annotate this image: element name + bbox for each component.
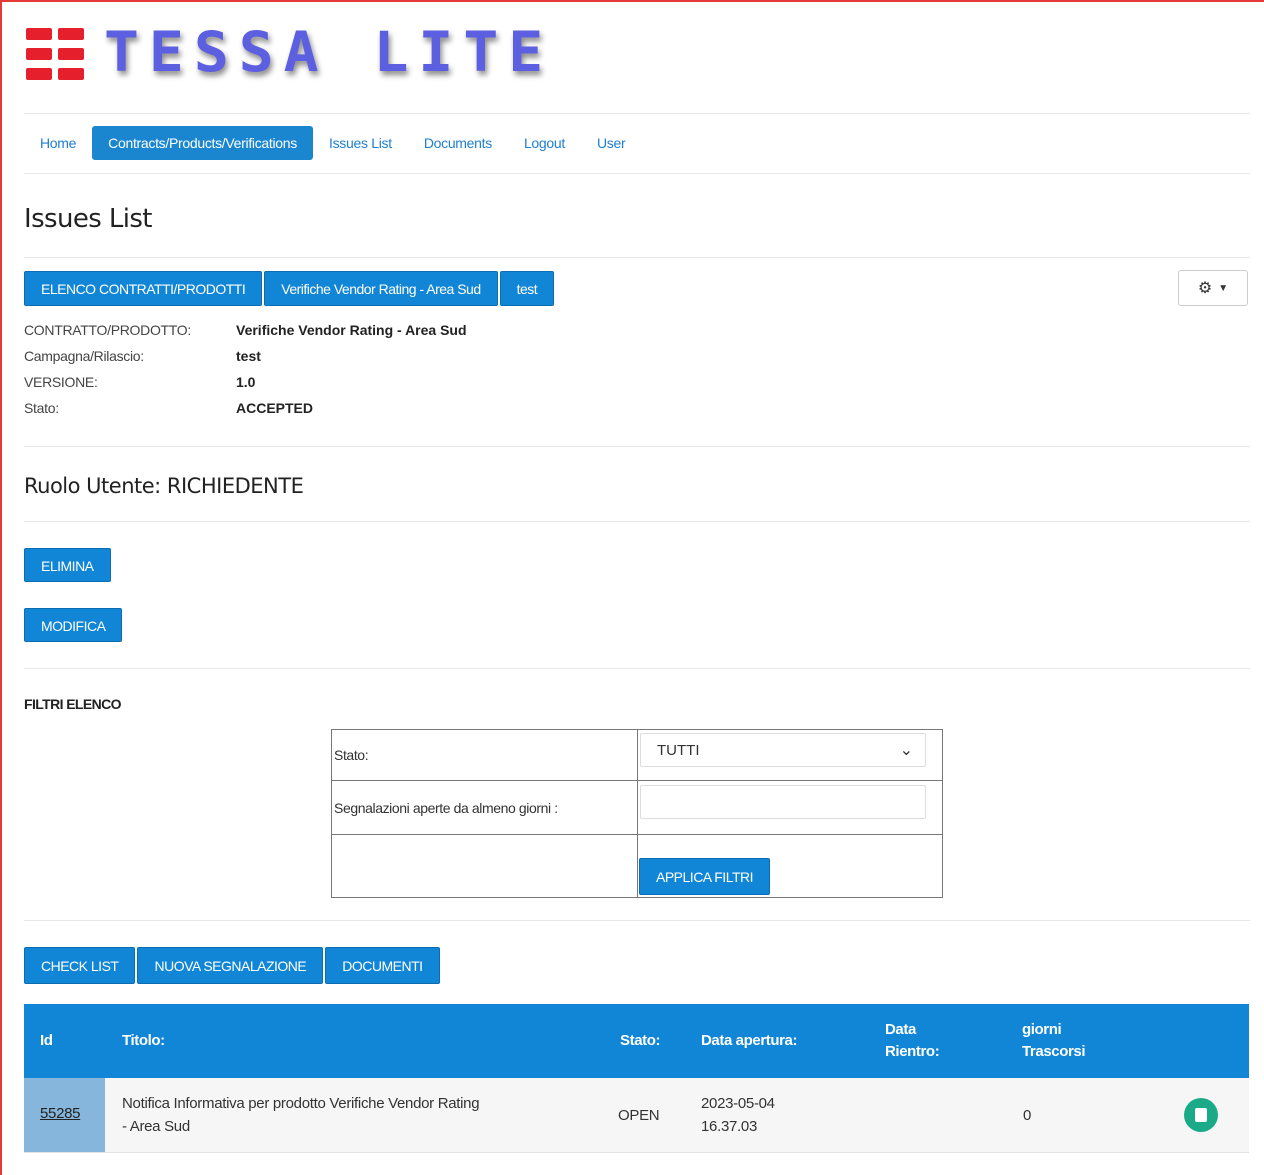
stato-label: Stato:: [24, 400, 59, 416]
document-icon[interactable]: [1184, 1098, 1218, 1132]
filters-table: Stato: TUTTI ⌄ Segnalazioni aperte da al…: [331, 729, 943, 898]
col-data-apertura[interactable]: Data apertura:: [701, 1032, 798, 1049]
col-id[interactable]: Id: [40, 1032, 53, 1049]
issue-title-line-2: - Area Sud: [122, 1118, 190, 1135]
filters-heading: FILTRI ELENCO: [24, 696, 122, 712]
divider: [24, 173, 1250, 174]
contratto-value: Verifiche Vendor Rating - Area Sud: [236, 322, 467, 338]
gear-icon: ⚙: [1197, 280, 1213, 297]
issue-title-line-1: Notifica Informativa per prodotto Verifi…: [122, 1095, 480, 1112]
breadcrumb-contracts[interactable]: ELENCO CONTRATTI/PRODOTTI: [24, 271, 263, 306]
table-header: Id Titolo: Stato: Data apertura: Data Ri…: [24, 1004, 1249, 1078]
divider: [24, 920, 1250, 921]
checklist-button[interactable]: CHECK LIST: [24, 947, 136, 984]
filter-giorni-label: Segnalazioni aperte da almeno giorni :: [334, 800, 558, 816]
page-title: Issues List: [24, 204, 153, 234]
contract-details: CONTRATTO/PRODOTTO: Verifiche Vendor Rat…: [24, 320, 467, 424]
giorni-input[interactable]: [640, 785, 926, 819]
apply-filters-button[interactable]: APPLICA FILTRI: [639, 858, 770, 895]
divider: [24, 521, 1250, 522]
versione-label: VERSIONE:: [24, 374, 98, 390]
breadcrumb-contract-name[interactable]: Verifiche Vendor Rating - Area Sud: [264, 271, 498, 306]
chevron-down-icon: ⌄: [899, 742, 913, 759]
campagna-label: Campagna/Rilascio:: [24, 348, 144, 364]
nav-home[interactable]: Home: [24, 126, 92, 160]
table-row: 55285 Notifica Informativa per prodotto …: [24, 1078, 1249, 1153]
documents-button[interactable]: DOCUMENTI: [325, 947, 440, 984]
elimina-button[interactable]: ELIMINA: [24, 548, 111, 582]
main-nav: Home Contracts/Products/Verifications Is…: [24, 124, 641, 162]
campagna-value: test: [236, 348, 261, 364]
divider: [24, 446, 1250, 447]
col-giorni-1[interactable]: giorni: [1022, 1021, 1062, 1038]
window-border-top: [0, 0, 1264, 2]
issue-status: OPEN: [618, 1107, 660, 1124]
issue-open-time: 16.37.03: [701, 1118, 757, 1135]
col-data-rientro-2[interactable]: Rientro:: [885, 1043, 940, 1060]
divider: [24, 668, 1250, 669]
breadcrumb: ELENCO CONTRATTI/PRODOTTI Verifiche Vend…: [24, 271, 556, 306]
nav-contracts[interactable]: Contracts/Products/Verifications: [92, 126, 313, 160]
user-role: Ruolo Utente: RICHIEDENTE: [24, 474, 304, 498]
versione-value: 1.0: [236, 374, 256, 390]
filter-stato-label: Stato:: [334, 747, 369, 763]
divider: [24, 113, 1250, 114]
stato-select-value: TUTTI: [657, 742, 700, 759]
stato-select[interactable]: TUTTI ⌄: [640, 733, 926, 767]
issue-id-link[interactable]: 55285: [40, 1105, 81, 1122]
breadcrumb-campaign[interactable]: test: [499, 271, 555, 306]
divider: [24, 257, 1250, 258]
col-stato[interactable]: Stato:: [620, 1032, 661, 1049]
issue-actions: CHECK LIST NUOVA SEGNALAZIONE DOCUMENTI: [24, 947, 442, 984]
settings-dropdown-button[interactable]: ⚙ ▼: [1178, 270, 1248, 306]
modifica-button[interactable]: MODIFICA: [24, 608, 123, 642]
app-logo: TESSA LITE: [26, 19, 586, 92]
nav-documents[interactable]: Documents: [408, 126, 508, 160]
issue-open-date: 2023-05-04: [701, 1095, 775, 1112]
issue-days-elapsed: 0: [1023, 1107, 1032, 1124]
issues-table: Id Titolo: Stato: Data apertura: Data Ri…: [24, 1004, 1249, 1153]
logo-mark-icon: [26, 28, 90, 80]
stato-value: ACCEPTED: [236, 400, 314, 416]
nav-issues-list[interactable]: Issues List: [313, 126, 408, 160]
nav-logout[interactable]: Logout: [508, 126, 581, 160]
logo-text: TESSA LITE: [104, 19, 554, 85]
nav-user[interactable]: User: [581, 126, 641, 160]
col-data-rientro-1[interactable]: Data: [885, 1021, 916, 1038]
new-issue-button[interactable]: NUOVA SEGNALAZIONE: [137, 947, 324, 984]
contratto-label: CONTRATTO/PRODOTTO:: [24, 322, 191, 338]
window-border-left: [0, 0, 2, 1175]
col-titolo[interactable]: Titolo:: [122, 1032, 165, 1049]
caret-down-icon: ▼: [1218, 282, 1229, 294]
col-giorni-2[interactable]: Trascorsi: [1022, 1043, 1086, 1060]
